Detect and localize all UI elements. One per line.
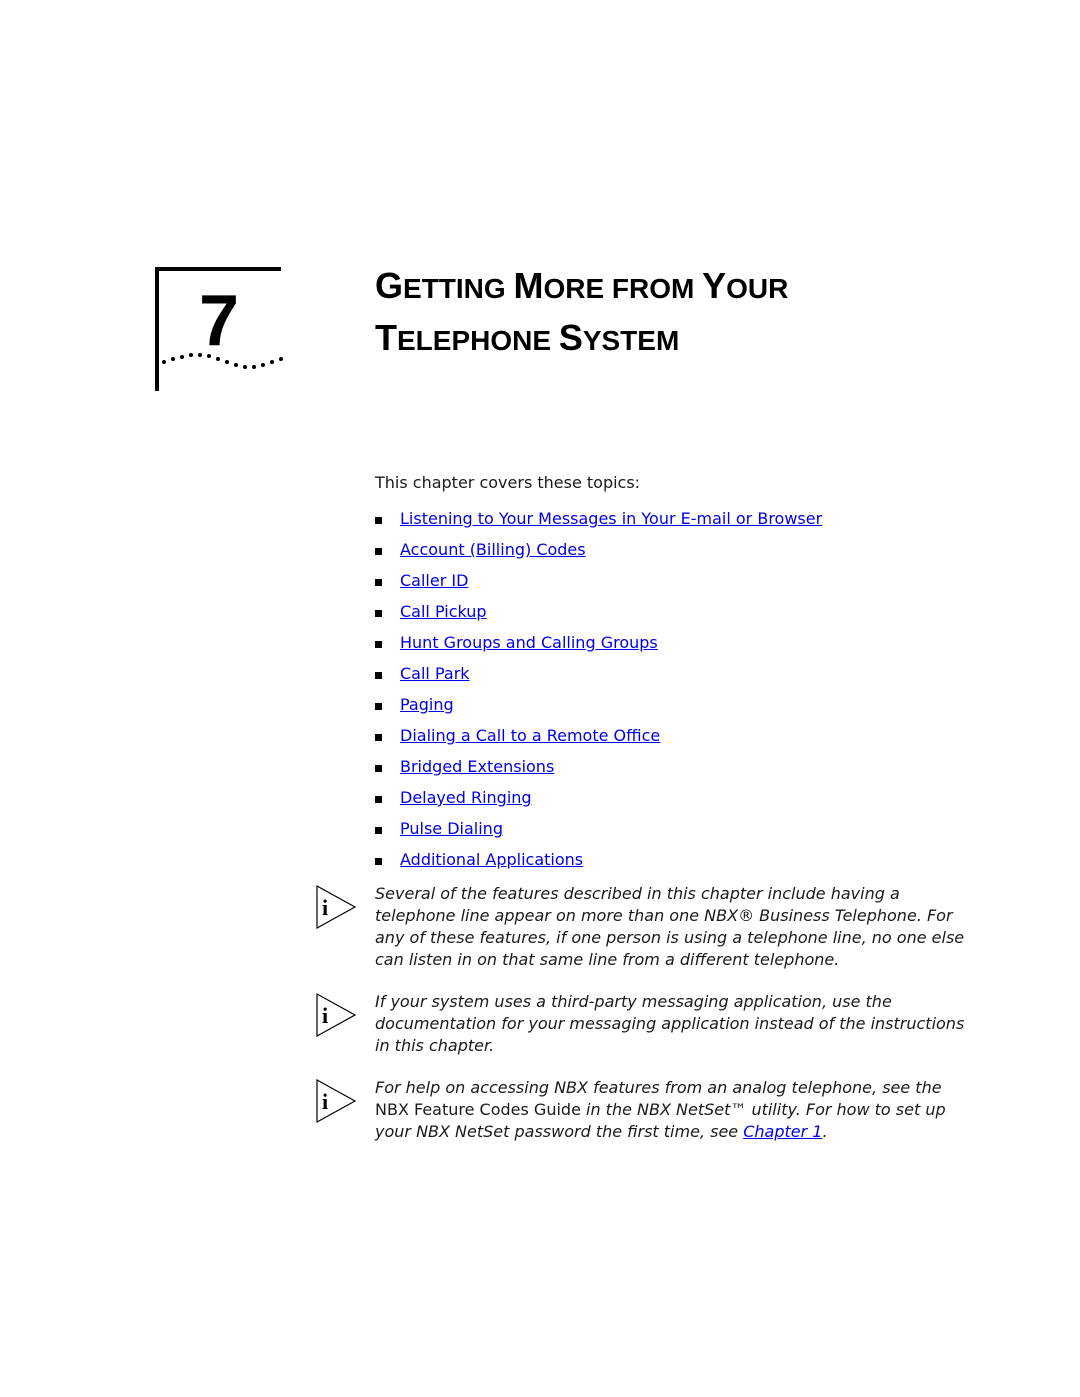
info-icon: i <box>316 1079 356 1123</box>
bullet-icon <box>375 765 382 772</box>
topic-link[interactable]: Additional Applications <box>400 850 583 869</box>
topic-link[interactable]: Call Pickup <box>400 602 487 621</box>
list-item: Dialing a Call to a Remote Office <box>375 720 822 751</box>
chapter-title: GETTING MORE FROM YOUR TELEPHONE SYSTEM <box>375 264 788 368</box>
topic-link[interactable]: Listening to Your Messages in Your E-mai… <box>400 509 822 528</box>
note-text: For help on accessing NBX features from … <box>375 1078 946 1141</box>
list-item: Hunt Groups and Calling Groups <box>375 627 822 658</box>
bullet-icon <box>375 610 382 617</box>
list-item: Call Park <box>375 658 822 689</box>
list-item: Call Pickup <box>375 596 822 627</box>
topic-link[interactable]: Dialing a Call to a Remote Office <box>400 726 660 745</box>
title-line-2: TELEPHONE SYSTEM <box>375 317 680 358</box>
title-line-1: GETTING MORE FROM YOUR <box>375 265 789 306</box>
list-item: Additional Applications <box>375 844 822 875</box>
list-item: Account (Billing) Codes <box>375 534 822 565</box>
note-text: Several of the features described in thi… <box>375 884 965 969</box>
guide-title: NBX Feature Codes Guide <box>375 1100 581 1119</box>
bullet-icon <box>375 641 382 648</box>
bullet-icon <box>375 796 382 803</box>
topic-link[interactable]: Hunt Groups and Calling Groups <box>400 633 658 652</box>
topic-link[interactable]: Call Park <box>400 664 470 683</box>
svg-text:i: i <box>322 1003 328 1028</box>
topic-link[interactable]: Delayed Ringing <box>400 788 532 807</box>
bullet-icon <box>375 579 382 586</box>
chapter-number-box: 7 <box>155 267 283 391</box>
list-item: Caller ID <box>375 565 822 596</box>
dotted-wave-decoration <box>162 353 283 369</box>
list-item: Listening to Your Messages in Your E-mai… <box>375 503 822 534</box>
list-item: Delayed Ringing <box>375 782 822 813</box>
top-rule <box>155 267 281 271</box>
list-item: Pulse Dialing <box>375 813 822 844</box>
svg-text:i: i <box>322 1089 328 1114</box>
bullet-icon <box>375 734 382 741</box>
list-item: Bridged Extensions <box>375 751 822 782</box>
list-item: Paging <box>375 689 822 720</box>
info-icon: i <box>316 885 356 929</box>
topics-list: Listening to Your Messages in Your E-mai… <box>375 503 822 875</box>
bullet-icon <box>375 703 382 710</box>
info-icon: i <box>316 993 356 1037</box>
intro-text: This chapter covers these topics: <box>375 473 641 492</box>
bullet-icon <box>375 517 382 524</box>
svg-text:i: i <box>322 895 328 920</box>
note-text: If your system uses a third-party messag… <box>375 992 965 1055</box>
bullet-icon <box>375 672 382 679</box>
topic-link[interactable]: Caller ID <box>400 571 468 590</box>
chapter-1-link[interactable]: Chapter 1 <box>743 1122 822 1141</box>
topic-link[interactable]: Pulse Dialing <box>400 819 503 838</box>
topic-link[interactable]: Paging <box>400 695 454 714</box>
bullet-icon <box>375 827 382 834</box>
topic-link[interactable]: Bridged Extensions <box>400 757 554 776</box>
bullet-icon <box>375 858 382 865</box>
bullet-icon <box>375 548 382 555</box>
topic-link[interactable]: Account (Billing) Codes <box>400 540 586 559</box>
